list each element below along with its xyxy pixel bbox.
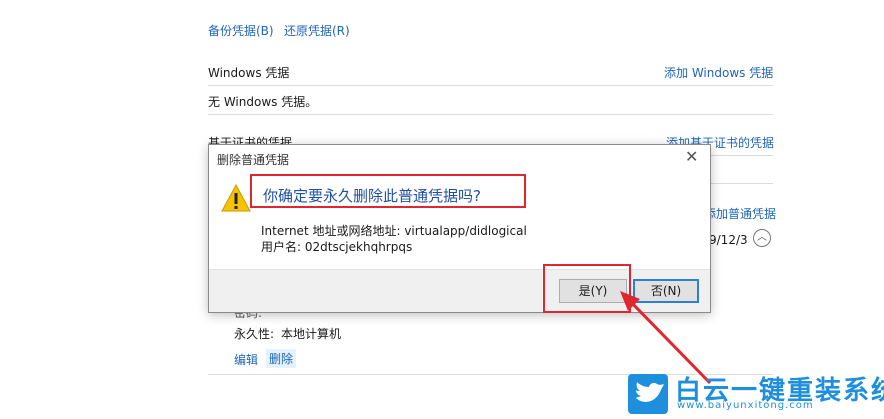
credential-modified-date: 9/12/3: [709, 233, 748, 247]
persistence-label: 永久性:: [234, 327, 275, 341]
add-generic-credential-link[interactable]: 添加普通凭据: [704, 205, 776, 222]
question-highlight-box: [250, 174, 526, 208]
restore-credentials-link[interactable]: 还原凭据(R): [284, 22, 350, 39]
watermark-url: www.baiyunxitong.com: [677, 400, 814, 411]
add-windows-credential-link[interactable]: 添加 Windows 凭据: [664, 64, 773, 81]
backup-credentials-link[interactable]: 备份凭据(B): [208, 22, 274, 39]
windows-credentials-empty-text: 无 Windows 凭据。: [208, 95, 318, 109]
username-line: 用户名: 02dtscjekhqhrpqs: [261, 240, 413, 254]
edit-link[interactable]: 编辑: [234, 351, 258, 368]
divider: [208, 114, 773, 115]
address-line: Internet 地址或网络地址: virtualapp/didlogical: [261, 224, 527, 238]
divider: [709, 183, 773, 184]
windows-credentials-heading: Windows 凭据: [208, 66, 290, 80]
delete-link[interactable]: 删除: [266, 349, 297, 368]
divider: [208, 85, 773, 86]
warning-icon: [221, 183, 251, 212]
dialog-title: 删除普通凭据: [217, 153, 290, 167]
persistence-value: 本地计算机: [281, 327, 342, 341]
chevron-up-icon[interactable]: ︿: [753, 229, 771, 247]
logo-bird-icon: [628, 374, 668, 414]
close-icon[interactable]: ✕: [685, 147, 698, 166]
